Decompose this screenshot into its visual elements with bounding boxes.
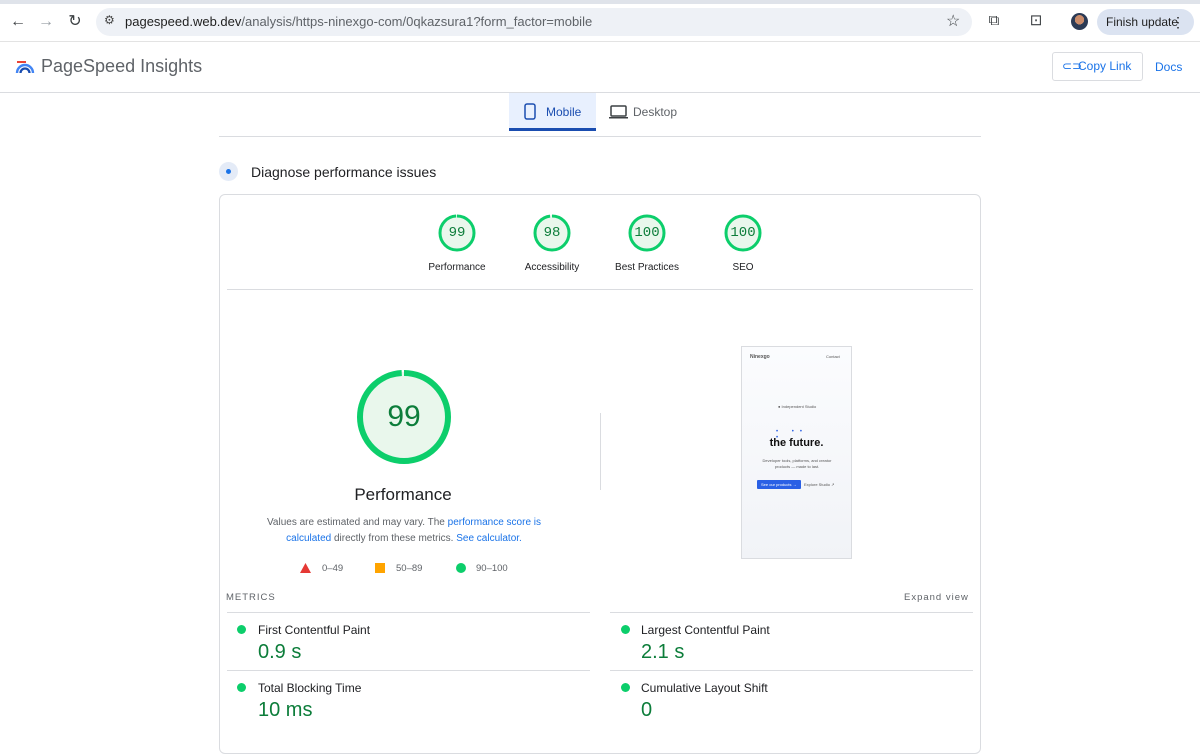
thumb-headline: the future. [769,437,824,449]
phone-icon [524,103,536,120]
metrics-row-divider [227,670,590,671]
cast-search-icon[interactable]: ⊡ [1027,12,1045,30]
see-calculator-link[interactable]: See calculator. [456,533,522,544]
legend-fail: 0–49 [322,563,344,574]
thumb-nav: Contact [826,354,840,359]
fail-triangle-icon [300,563,311,573]
metrics-divider [610,612,973,613]
section-title: Diagnose performance issues [251,164,437,180]
profile-avatar[interactable] [1071,13,1088,30]
gauge-score: 100 [634,225,660,241]
brand-title[interactable]: PageSpeed Insights [41,56,202,77]
performance-gauge-large: 99 [355,368,453,466]
bookmark-star-icon[interactable]: ☆ [946,11,960,31]
expand-view-button[interactable]: Expand view [904,592,969,603]
gauge-performance[interactable]: 99 [437,213,477,253]
metric-status-dot [237,625,246,634]
url-text[interactable]: pagespeed.web.dev/analysis/https-ninexgo… [125,14,592,29]
menu-dots-icon: ⋮ [1171,14,1185,30]
diagnose-icon [219,162,238,181]
metrics-divider [227,612,590,613]
metric-value-cls: 0 [641,699,653,721]
metric-status-dot [621,683,630,692]
forward-arrow-icon[interactable]: → [36,12,56,32]
metrics-row-divider [610,670,973,671]
thumb-cta-primary: See our products → [757,480,801,489]
performance-title: Performance [354,485,452,504]
link-icon: ⊂⊃ [1062,59,1083,73]
gauge-score: 98 [543,225,561,241]
gauge-best-practices[interactable]: 100 [627,213,667,253]
docs-link[interactable]: Docs [1155,60,1182,74]
tab-desktop[interactable]: Desktop [601,93,691,131]
metric-name-cls: Cumulative Layout Shift [641,681,768,695]
thumb-cta-secondary: Explore Studio ↗ [804,482,835,487]
legend-pass: 90–100 [476,563,508,574]
performance-score: 99 [387,400,421,433]
tab-mobile[interactable]: Mobile [509,93,596,131]
metric-value-lcp: 2.1 s [641,641,685,663]
metric-value-tbt: 10 ms [258,699,313,721]
site-info-icon[interactable]: ⚙ [104,13,118,31]
metrics-header: METRICS [226,592,276,603]
laptop-icon [609,105,628,119]
legend-average: 50–89 [396,563,423,574]
thumb-logo: Ninexgo [750,354,770,360]
thumb-body: Developer tools, platforms, and creator … [762,458,832,469]
gauge-score: 100 [730,225,756,241]
metric-value-fcp: 0.9 s [258,641,302,663]
metric-status-dot [237,683,246,692]
pagespeed-logo-icon [15,61,35,74]
tabs-divider [219,136,981,137]
extensions-icon[interactable]: ⧉ [985,12,1003,30]
reload-icon[interactable]: ↻ [65,12,85,32]
performance-note: Values are estimated and may vary. The p… [266,517,542,544]
metric-name-tbt: Total Blocking Time [258,681,362,695]
copy-link-button[interactable]: ⊂⊃ Copy Link [1052,52,1143,81]
gauge-label-seo: SEO [732,262,754,273]
gauge-accessibility[interactable]: 98 [532,213,572,253]
vertical-divider [600,413,601,490]
scores-divider [227,289,973,290]
thumb-kicker: ● Independent Studio [778,404,817,409]
finish-update-button[interactable]: Finish update ⋮ [1097,9,1194,35]
gauge-score: 99 [448,225,466,241]
metric-name-lcp: Largest Contentful Paint [641,623,770,637]
metric-status-dot [621,625,630,634]
average-square-icon [375,563,385,573]
tab-strip [0,0,1200,4]
page-screenshot-thumbnail[interactable]: Ninexgo Contact ● Independent Studio • •… [741,346,852,559]
gauge-seo[interactable]: 100 [723,213,763,253]
metric-name-fcp: First Contentful Paint [258,623,371,637]
pass-circle-icon [456,563,466,573]
back-arrow-icon[interactable]: ← [8,12,28,32]
